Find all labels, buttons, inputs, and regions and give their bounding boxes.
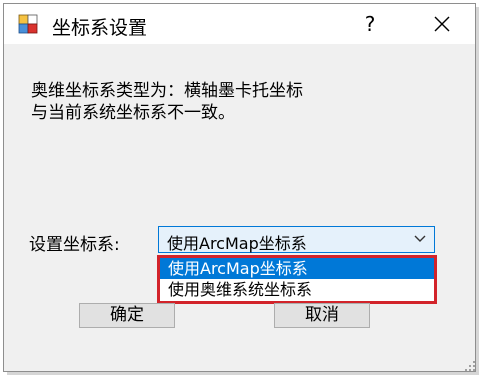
- window-shadow-right: [476, 7, 479, 374]
- coordinate-system-combobox[interactable]: 使用ArcMap坐标系: [158, 226, 435, 253]
- title-bar[interactable]: 坐标系设置 ?: [4, 4, 475, 44]
- dropdown-option-ovital[interactable]: 使用奥维系统坐标系: [160, 279, 434, 300]
- app-window-icon: [18, 14, 38, 34]
- message-line-1: 奥维坐标系类型为：横轴墨卡托坐标: [31, 81, 303, 101]
- window-shadow-bottom: [7, 372, 479, 375]
- cancel-button[interactable]: 取消: [274, 303, 370, 328]
- close-icon: [434, 16, 450, 32]
- dropdown-option-arcmap[interactable]: 使用ArcMap坐标系: [160, 258, 434, 279]
- coordinate-system-label: 设置坐标系:: [29, 235, 120, 255]
- ok-button[interactable]: 确定: [79, 303, 175, 328]
- coordinate-system-dropdown-list: 使用ArcMap坐标系 使用奥维系统坐标系: [159, 256, 435, 302]
- dialog-window: 坐标系设置 ? 奥维坐标系类型为：横轴墨卡托坐标 与当前系统坐标系不一致。 设置…: [3, 3, 476, 372]
- resize-grip-icon[interactable]: [464, 360, 476, 372]
- window-title: 坐标系设置: [52, 17, 148, 39]
- combobox-selected-value: 使用ArcMap坐标系: [167, 234, 307, 253]
- close-button[interactable]: [422, 4, 462, 44]
- chevron-down-icon: [414, 235, 426, 242]
- mismatch-message: 奥维坐标系类型为：横轴墨卡托坐标 与当前系统坐标系不一致。: [31, 80, 303, 124]
- message-line-2: 与当前系统坐标系不一致。: [31, 103, 235, 123]
- help-button[interactable]: ?: [350, 4, 390, 44]
